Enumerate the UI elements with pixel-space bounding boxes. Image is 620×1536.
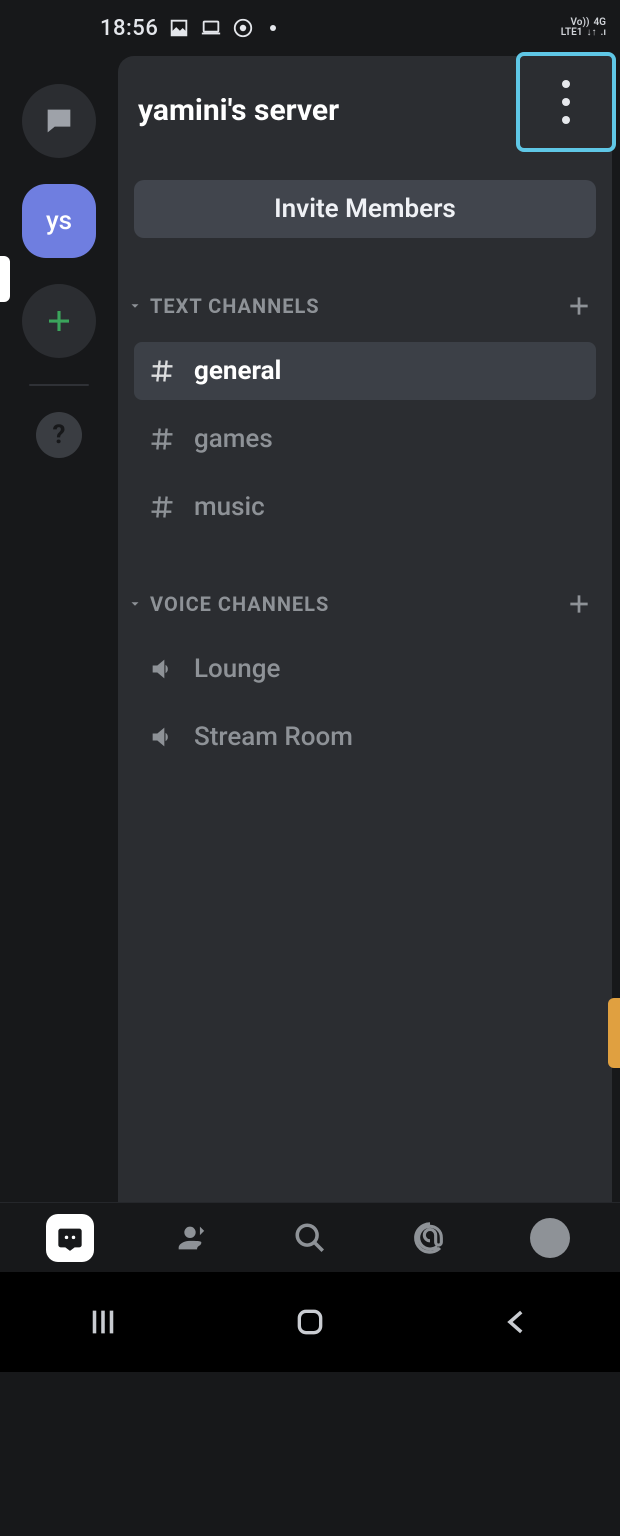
add-text-channel-button[interactable]: [562, 289, 596, 323]
channel-label: Stream Room: [194, 722, 353, 752]
friend-wave-icon: [173, 1221, 207, 1255]
discord-logo-icon: [56, 1224, 84, 1252]
text-channels-title: TEXT CHANNELS: [150, 294, 562, 318]
nav-back[interactable]: [487, 1292, 547, 1352]
voice-channels-section: VOICE CHANNELS Lounge Stream Room: [134, 584, 596, 766]
hash-icon: [148, 425, 176, 453]
status-left: 18:56: [100, 16, 276, 41]
tab-profile[interactable]: [520, 1208, 580, 1268]
laptop-icon: [200, 17, 222, 39]
voice-channel-lounge[interactable]: Lounge: [134, 640, 596, 698]
speaker-icon: [148, 723, 176, 751]
tab-search[interactable]: [280, 1208, 340, 1268]
channel-label: Lounge: [194, 654, 280, 684]
search-icon: [293, 1221, 327, 1255]
hash-icon: [148, 357, 176, 385]
dm-button[interactable]: [22, 84, 96, 158]
speaker-icon: [148, 655, 176, 683]
more-notifs-dot-icon: [270, 25, 276, 31]
more-vertical-icon: [562, 75, 570, 129]
plus-icon: [566, 591, 592, 617]
signal-icon: .ı: [600, 28, 606, 38]
channel-panel: yamini's server Invite Members TEXT CHAN…: [118, 56, 612, 1372]
recents-icon: [86, 1305, 120, 1339]
tab-friends[interactable]: [160, 1208, 220, 1268]
text-channels-header[interactable]: TEXT CHANNELS: [134, 286, 596, 326]
bottom-tab-bar: [0, 1202, 620, 1272]
nav-home[interactable]: [280, 1292, 340, 1352]
channel-games[interactable]: games: [134, 410, 596, 468]
server-icon[interactable]: ys: [22, 184, 96, 258]
app-body: ys ? yamini's server Invite Members: [0, 56, 620, 1372]
status-lte: LTE1: [561, 28, 583, 38]
channel-music[interactable]: music: [134, 478, 596, 536]
voice-channel-list: Lounge Stream Room: [134, 640, 596, 766]
home-icon: [294, 1306, 326, 1338]
hash-icon: [148, 493, 176, 521]
status-right: Vo))4G LTE1↓↑.ı: [561, 18, 606, 38]
question-icon: ?: [53, 420, 66, 450]
active-server-indicator: [0, 256, 10, 302]
invite-members-button[interactable]: Invite Members: [134, 180, 596, 238]
text-channels-section: TEXT CHANNELS general games music: [134, 286, 596, 536]
status-clock: 18:56: [100, 16, 158, 41]
chat-bubble-icon: [42, 104, 76, 138]
channel-label: games: [194, 424, 273, 454]
arrows-icon: ↓↑: [586, 28, 596, 38]
image-icon: [168, 17, 190, 39]
tab-mentions[interactable]: [400, 1208, 460, 1268]
server-initials: ys: [46, 206, 72, 236]
invite-label: Invite Members: [274, 194, 456, 224]
add-voice-channel-button[interactable]: [562, 587, 596, 621]
nav-recents[interactable]: [73, 1292, 133, 1352]
voice-channel-stream[interactable]: Stream Room: [134, 708, 596, 766]
help-button[interactable]: ?: [36, 412, 82, 458]
back-icon: [500, 1305, 534, 1339]
channel-general[interactable]: general: [134, 342, 596, 400]
chrome-icon: [232, 17, 254, 39]
server-more-button[interactable]: [516, 52, 616, 152]
server-rail: ys ?: [0, 56, 118, 1372]
plus-icon: [566, 293, 592, 319]
scroll-indicator: [608, 998, 620, 1068]
voice-channels-title: VOICE CHANNELS: [150, 592, 562, 616]
at-icon: [413, 1221, 447, 1255]
channel-label: music: [194, 492, 265, 522]
rail-separator: [29, 384, 89, 386]
channel-label: general: [194, 356, 281, 386]
plus-icon: [44, 306, 74, 336]
voice-channels-header[interactable]: VOICE CHANNELS: [134, 584, 596, 624]
add-server-button[interactable]: [22, 284, 96, 358]
system-nav-bar: [0, 1272, 620, 1372]
chevron-down-icon: [126, 297, 144, 315]
tab-home[interactable]: [40, 1208, 100, 1268]
text-channel-list: general games music: [134, 342, 596, 536]
chevron-down-icon: [126, 595, 144, 613]
status-bar: 18:56 Vo))4G LTE1↓↑.ı: [0, 0, 620, 56]
avatar-icon: [530, 1218, 570, 1258]
